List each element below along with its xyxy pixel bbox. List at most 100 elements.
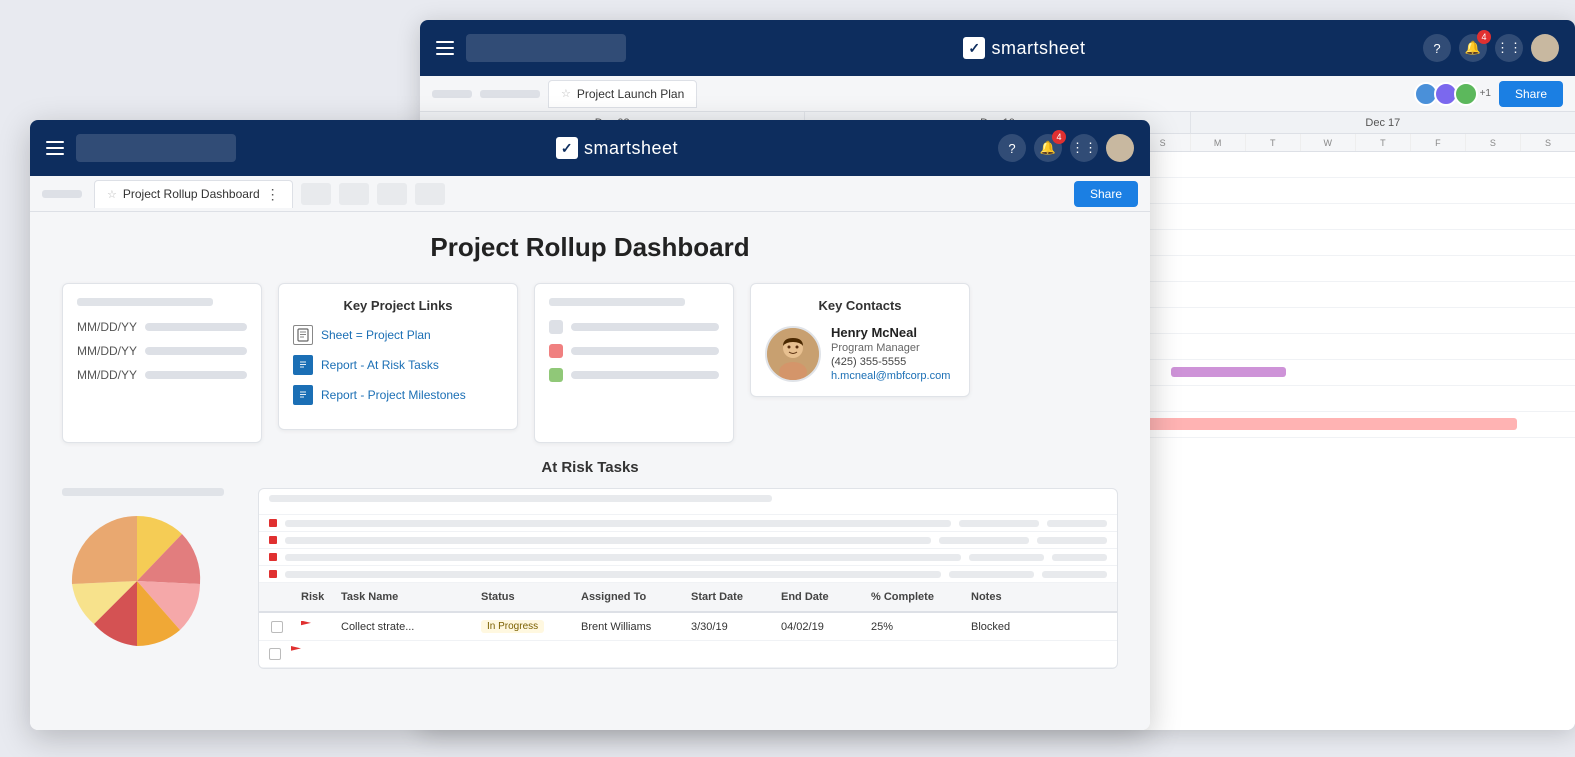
link-item-sheet[interactable]: Sheet = Project Plan [293, 325, 503, 345]
checkbox-extra[interactable] [269, 648, 281, 660]
bg-hamburger-icon[interactable] [436, 41, 454, 55]
gantt-bar-9 [1171, 367, 1287, 377]
gantt-day-M3: M [1191, 134, 1246, 151]
status-row-1 [549, 320, 719, 334]
shimmer-bar-4c [1042, 571, 1107, 578]
checkbox-1[interactable] [271, 621, 283, 633]
fg-help-icon[interactable]: ? [998, 134, 1026, 162]
date-value-2: MM/DD/YY [77, 344, 137, 358]
fg-logo-text: smartsheet [584, 138, 678, 159]
td-risk-1 [297, 613, 337, 640]
bg-share-button[interactable]: Share [1499, 81, 1563, 107]
date-row-2: MM/DD/YY [77, 344, 247, 358]
bg-tab-placeholder2 [480, 90, 540, 98]
status-row-3 [549, 368, 719, 382]
date-value-3: MM/DD/YY [77, 368, 137, 382]
th-pct-complete: % Complete [867, 583, 967, 611]
table-placeholder-header [259, 489, 1117, 515]
gantt-day-T6: T [1356, 134, 1411, 151]
gantt-day-S5: S [1466, 134, 1521, 151]
contact-phone: (425) 355-5555 [831, 356, 950, 368]
td-checkbox-1[interactable] [267, 613, 297, 640]
bg-user-avatar[interactable] [1531, 34, 1559, 62]
fg-apps-icon[interactable]: ⋮⋮ [1070, 134, 1098, 162]
shimmer-bar-3a [285, 554, 961, 561]
bg-tab-title: Project Launch Plan [577, 87, 684, 101]
link-icon-report-2 [293, 385, 313, 405]
td-notes-1: Blocked [967, 613, 1087, 640]
contact-avatar [765, 326, 821, 382]
link-text-sheet[interactable]: Sheet = Project Plan [321, 328, 431, 342]
at-risk-content-row: Risk Task Name Status Assigned To Start … [62, 488, 1118, 669]
date-bar-1 [145, 323, 247, 331]
link-item-report-milestones[interactable]: Report - Project Milestones [293, 385, 503, 405]
th-status: Status [477, 583, 577, 611]
bg-badge-count: 4 [1477, 30, 1491, 44]
fg-notification-icon[interactable]: 🔔 4 [1034, 134, 1062, 162]
bg-apps-icon[interactable]: ⋮⋮ [1495, 34, 1523, 62]
date-widget-header-bar [77, 298, 213, 306]
fg-header: ✓ smartsheet ? 🔔 4 ⋮⋮ [30, 120, 1150, 176]
fg-header-right: ? 🔔 4 ⋮⋮ [998, 134, 1134, 162]
fg-search-box[interactable] [76, 134, 236, 162]
table-ph-1 [269, 495, 772, 502]
fg-smartsheet-logo: ✓ smartsheet [556, 137, 678, 159]
gantt-day-W3: W [1301, 134, 1356, 151]
fg-user-avatar[interactable] [1106, 134, 1134, 162]
at-risk-table: Risk Task Name Status Assigned To Start … [258, 488, 1118, 669]
shimmer-bar-2c [1037, 537, 1107, 544]
shimmer-bar-1b [959, 520, 1039, 527]
bg-help-icon[interactable]: ? [1423, 34, 1451, 62]
date-value-1: MM/DD/YY [77, 320, 137, 334]
fg-tab-bar: ☆ Project Rollup Dashboard ⋮ Share [30, 176, 1150, 212]
gantt-day-T5: T [1246, 134, 1301, 151]
link-text-milestones[interactable]: Report - Project Milestones [321, 388, 466, 402]
bg-header-right: ? 🔔 4 ⋮⋮ [1423, 34, 1559, 62]
key-contacts-widget: Key Contacts [750, 283, 970, 397]
th-checkbox [267, 583, 297, 611]
fg-tab-title: Project Rollup Dashboard [123, 187, 260, 201]
contact-email: h.mcneal@mbfcorp.com [831, 370, 950, 382]
shimmer-row-1 [259, 515, 1117, 532]
shimmer-flag-1 [269, 519, 277, 527]
th-assigned-to: Assigned To [577, 583, 687, 611]
fg-tab-dashboard[interactable]: ☆ Project Rollup Dashboard ⋮ [94, 180, 293, 208]
table-extra-row [259, 641, 1117, 668]
bg-header: ✓ smartsheet ? 🔔 4 ⋮⋮ [420, 20, 1575, 76]
date-bar-3 [145, 371, 247, 379]
date-row-3: MM/DD/YY [77, 368, 247, 382]
status-bar-3 [571, 371, 719, 379]
fg-tab-more-icon[interactable]: ⋮ [266, 186, 280, 203]
contact-name: Henry McNeal [831, 325, 950, 340]
fg-hamburger-icon[interactable] [46, 141, 64, 155]
shimmer-bar-4a [285, 571, 941, 578]
status-badge-1: In Progress [481, 620, 544, 633]
bg-notification-icon[interactable]: 🔔 4 [1459, 34, 1487, 62]
shimmer-row-4 [259, 566, 1117, 583]
links-widget-title: Key Project Links [293, 298, 503, 313]
td-pct-1: 25% [867, 613, 967, 640]
fg-btn-placeholder4[interactable] [415, 183, 445, 205]
status-header-bar [549, 298, 685, 306]
fg-share-button[interactable]: Share [1074, 181, 1138, 207]
link-text-atrisk[interactable]: Report - At Risk Tasks [321, 358, 439, 372]
bg-tab-avatars: +1 [1414, 82, 1491, 106]
shimmer-bar-1c [1047, 520, 1107, 527]
bg-search-box[interactable] [466, 34, 626, 62]
td-assigned-1: Brent Williams [577, 613, 687, 640]
contact-title: Program Manager [831, 342, 950, 354]
td-end-1: 04/02/19 [777, 613, 867, 640]
fg-btn-placeholder2[interactable] [339, 183, 369, 205]
at-risk-section: At Risk Tasks [62, 459, 1118, 669]
bg-tab-placeholder1 [432, 90, 472, 98]
shimmer-bar-3c [1052, 554, 1107, 561]
link-item-report-atrisk[interactable]: Report - At Risk Tasks [293, 355, 503, 375]
fg-btn-placeholder1[interactable] [301, 183, 331, 205]
bg-tab-project-launch[interactable]: ☆ Project Launch Plan [548, 80, 697, 108]
fg-tab-placeholder1 [42, 190, 82, 198]
td-start-1: 3/30/19 [687, 613, 777, 640]
contact-item-henry: Henry McNeal Program Manager (425) 355-5… [765, 325, 955, 382]
shimmer-flag-3 [269, 553, 277, 561]
fg-btn-placeholder3[interactable] [377, 183, 407, 205]
date-bar-2 [145, 347, 247, 355]
